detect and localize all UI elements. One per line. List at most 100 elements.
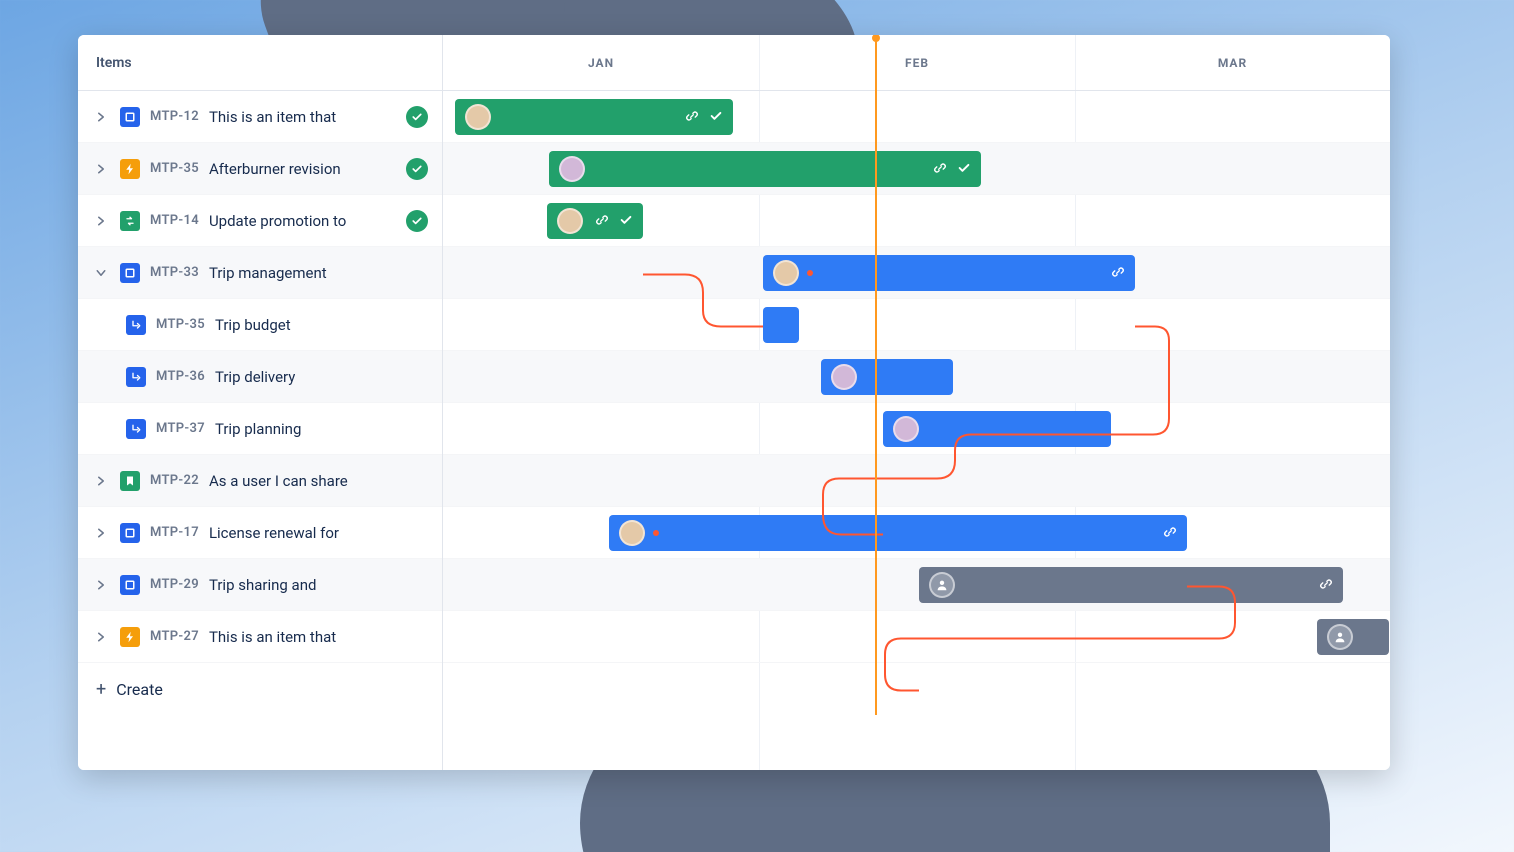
epic-icon <box>120 107 140 127</box>
timeline-panel: Items MTP-12 This is an item that MTP-35 Af… <box>78 35 1390 770</box>
item-title: This is an item that <box>209 108 336 126</box>
done-check-icon <box>406 210 428 232</box>
timeline-bar[interactable] <box>1317 619 1389 655</box>
item-title: License renewal for <box>209 524 339 542</box>
items-header-label: Items <box>96 55 132 71</box>
expand-chevron-icon[interactable] <box>92 524 110 542</box>
done-check-icon <box>406 158 428 180</box>
timeline-bar[interactable] <box>821 359 953 395</box>
item-row[interactable]: MTP-14 Update promotion to <box>78 195 442 247</box>
item-key: MTP-36 <box>156 369 205 384</box>
item-key: MTP-27 <box>150 629 199 644</box>
timeline[interactable]: JANFEBMAR <box>443 35 1390 770</box>
subtask-icon <box>126 419 146 439</box>
item-title: Trip planning <box>215 420 301 438</box>
epic-icon <box>120 263 140 283</box>
item-key: MTP-35 <box>150 161 199 176</box>
item-row[interactable]: MTP-29 Trip sharing and <box>78 559 442 611</box>
swap-icon <box>120 211 140 231</box>
create-button[interactable]: + Create <box>78 663 442 715</box>
assignee-avatar[interactable] <box>893 416 919 442</box>
item-key: MTP-22 <box>150 473 199 488</box>
item-row[interactable]: MTP-36 Trip delivery <box>78 351 442 403</box>
item-row[interactable]: MTP-27This is an item that <box>78 611 442 663</box>
timeline-bar[interactable] <box>763 255 1135 291</box>
item-row[interactable]: MTP-17 License renewal for <box>78 507 442 559</box>
item-key: MTP-37 <box>156 421 205 436</box>
check-icon <box>957 160 971 179</box>
done-check-icon <box>406 106 428 128</box>
timeline-body[interactable] <box>443 91 1390 770</box>
check-icon <box>709 108 723 127</box>
item-key: MTP-33 <box>150 265 199 280</box>
timeline-bar[interactable] <box>883 411 1111 447</box>
link-icon[interactable] <box>1163 524 1177 543</box>
link-icon[interactable] <box>685 108 699 127</box>
assignee-avatar[interactable] <box>465 104 491 130</box>
subtask-icon <box>126 315 146 335</box>
epic-icon <box>120 575 140 595</box>
expand-chevron-icon[interactable] <box>92 212 110 230</box>
expand-chevron-icon[interactable] <box>92 160 110 178</box>
bolt-icon <box>120 627 140 647</box>
expand-chevron-icon[interactable] <box>92 576 110 594</box>
status-dot-icon <box>807 270 813 276</box>
bolt-icon <box>120 159 140 179</box>
create-label: Create <box>116 680 163 699</box>
assignee-avatar[interactable] <box>619 520 645 546</box>
month-label: JAN <box>443 35 759 91</box>
item-title: Trip sharing and <box>209 576 317 594</box>
epic-icon <box>120 523 140 543</box>
story-icon <box>120 471 140 491</box>
assignee-avatar[interactable] <box>557 208 583 234</box>
item-key: MTP-14 <box>150 213 199 228</box>
sidebar: Items MTP-12 This is an item that MTP-35 Af… <box>78 35 443 770</box>
timeline-header: JANFEBMAR <box>443 35 1390 91</box>
assignee-avatar[interactable] <box>559 156 585 182</box>
item-title: As a user I can share <box>209 472 348 490</box>
unassigned-avatar-icon <box>929 572 955 598</box>
item-title: Trip budget <box>215 316 291 334</box>
item-key: MTP-12 <box>150 109 199 124</box>
item-title: Trip delivery <box>215 368 295 386</box>
month-label: FEB <box>759 35 1075 91</box>
plus-icon: + <box>96 679 106 700</box>
timeline-bar[interactable] <box>549 151 981 187</box>
item-row[interactable]: MTP-37 Trip planning <box>78 403 442 455</box>
timeline-row[interactable] <box>443 455 1390 507</box>
timeline-bar[interactable] <box>609 515 1187 551</box>
status-dot-icon <box>653 530 659 536</box>
item-row[interactable]: MTP-35 Afterburner revision <box>78 143 442 195</box>
item-row[interactable]: MTP-12 This is an item that <box>78 91 442 143</box>
expand-chevron-icon[interactable] <box>92 108 110 126</box>
link-icon[interactable] <box>595 212 609 231</box>
item-row[interactable]: MTP-22 As a user I can share <box>78 455 442 507</box>
item-row[interactable]: MTP-33 Trip management <box>78 247 442 299</box>
assignee-avatar[interactable] <box>773 260 799 286</box>
link-icon[interactable] <box>1111 264 1125 283</box>
link-icon[interactable] <box>1319 576 1333 595</box>
subtask-icon <box>126 367 146 387</box>
timeline-row[interactable] <box>443 611 1390 663</box>
timeline-bar[interactable] <box>763 307 799 343</box>
items-column-header: Items <box>78 35 442 91</box>
unassigned-avatar-icon <box>1327 624 1353 650</box>
today-marker <box>875 35 877 715</box>
item-key: MTP-29 <box>150 577 199 592</box>
month-label: MAR <box>1075 35 1390 91</box>
expand-chevron-icon[interactable] <box>92 264 110 282</box>
expand-chevron-icon[interactable] <box>92 472 110 490</box>
item-title: Update promotion to <box>209 212 346 230</box>
timeline-bar[interactable] <box>547 203 643 239</box>
timeline-bar[interactable] <box>919 567 1343 603</box>
assignee-avatar[interactable] <box>831 364 857 390</box>
item-title: Afterburner revision <box>209 160 341 178</box>
timeline-row[interactable] <box>443 299 1390 351</box>
expand-chevron-icon[interactable] <box>92 628 110 646</box>
item-row[interactable]: MTP-35Trip budget <box>78 299 442 351</box>
item-title: Trip management <box>209 264 327 282</box>
timeline-bar[interactable] <box>455 99 733 135</box>
link-icon[interactable] <box>933 160 947 179</box>
item-key: MTP-17 <box>150 525 199 540</box>
check-icon <box>619 212 633 231</box>
